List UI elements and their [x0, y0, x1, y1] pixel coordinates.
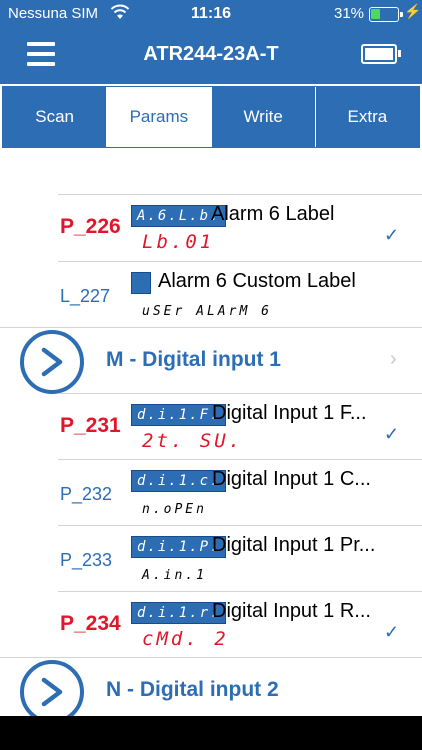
group-title: N - Digital input 2 [106, 678, 279, 701]
group-row-n[interactable]: N - Digital input 2 [0, 658, 422, 716]
check-icon: ✓ [384, 225, 400, 245]
param-code: P_233 [60, 550, 113, 570]
tab-scan[interactable]: Scan [3, 87, 108, 147]
param-code: P_226 [60, 215, 121, 238]
param-row-p234[interactable]: P_234 d.i.1.r. Digital Input 1 R... cMd.… [0, 592, 422, 658]
param-row-p226[interactable]: P_226 A.6.L.b. Alarm 6 Label Lb.01 ✓ [0, 195, 422, 261]
param-code: L_227 [60, 286, 111, 306]
param-label: Digital Input 1 Pr... [212, 534, 376, 556]
param-row-p231[interactable]: P_231 d.i.1.F. Digital Input 1 F... 2t. … [0, 394, 422, 460]
group-title: M - Digital input 1 [106, 348, 281, 371]
param-value: uSEr ALArM 6 [142, 304, 272, 319]
param-value: n.oPEn [142, 502, 207, 517]
check-icon: ✓ [384, 622, 400, 642]
tab-extra[interactable]: Extra [316, 87, 419, 147]
param-row-p232[interactable]: P_232 d.i.1.c. Digital Input 1 C... n.oP… [0, 460, 422, 526]
battery-icon [369, 7, 403, 22]
param-code: P_231 [60, 414, 121, 437]
battery-percent: 31% [334, 5, 365, 22]
param-code: P_232 [60, 484, 113, 504]
param-value: cMd. 2 [142, 628, 229, 650]
param-label: Alarm 6 Custom Label [158, 270, 356, 292]
expand-circle-icon [20, 330, 84, 394]
param-label: Digital Input 1 C... [212, 468, 371, 490]
charging-icon: ⚡ [404, 3, 422, 19]
tab-write[interactable]: Write [212, 87, 316, 147]
page-title: ATR244-23A-T [143, 43, 279, 65]
device-battery-icon[interactable] [361, 44, 401, 64]
check-icon: ✓ [384, 424, 400, 444]
param-value: 2t. SU. [142, 430, 244, 452]
param-value: Lb.01 [142, 231, 215, 253]
params-list: P_226 A.6.L.b. Alarm 6 Label Lb.01 ✓ L_2… [0, 148, 422, 716]
tab-bar: Scan Params Write Extra [2, 86, 420, 148]
param-row-l227[interactable]: L_227 Alarm 6 Custom Label uSEr ALArM 6 [0, 262, 422, 328]
param-row-p233[interactable]: P_233 d.i.1.P. Digital Input 1 Pr... A.i… [0, 526, 422, 592]
param-label: Digital Input 1 R... [212, 600, 371, 622]
chevron-right-icon: › [390, 348, 397, 370]
app-screen: Nessuna SIM 11:16 31% ⚡ ATR244-23A-T Sca… [0, 0, 422, 750]
param-value: A.in.1 [142, 568, 207, 583]
param-code: P_234 [60, 612, 121, 635]
lcd-mnemonic [131, 272, 151, 294]
tab-params[interactable]: Params [107, 87, 212, 147]
bottom-bar [0, 716, 422, 750]
group-row-m[interactable]: M - Digital input 1 › [0, 328, 422, 394]
status-bar: Nessuna SIM 11:16 31% ⚡ [0, 0, 422, 28]
expand-circle-icon [20, 660, 84, 716]
param-label: Alarm 6 Label [211, 203, 335, 225]
top-bar: Nessuna SIM 11:16 31% ⚡ ATR244-23A-T [0, 0, 422, 84]
param-label: Digital Input 1 F... [212, 402, 367, 424]
